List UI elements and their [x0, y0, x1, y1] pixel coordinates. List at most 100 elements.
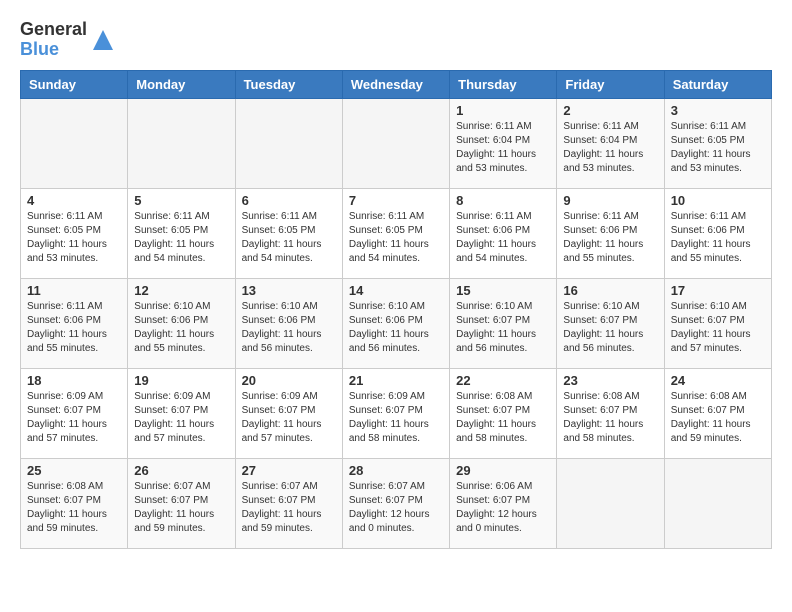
day-info: Sunrise: 6:11 AM Sunset: 6:06 PM Dayligh…: [563, 210, 657, 266]
calendar-week-4: 18 Sunrise: 6:09 AM Sunset: 6:07 PM Dayli…: [21, 368, 772, 458]
day-number: 2: [563, 103, 657, 118]
logo-general: General: [20, 20, 87, 40]
calendar-cell: 6 Sunrise: 6:11 AM Sunset: 6:05 PM Daylig…: [235, 188, 342, 278]
calendar-cell: [342, 98, 449, 188]
calendar-cell: 3Sunrise: 6:11 AM Sunset: 6:05 PM Daylig…: [664, 98, 771, 188]
calendar-cell: 28Sunrise: 6:07 AM Sunset: 6:07 PM Dayli…: [342, 458, 449, 548]
calendar-week-2: 4 Sunrise: 6:11 AM Sunset: 6:05 PM Daylig…: [21, 188, 772, 278]
day-number: 23: [563, 373, 657, 388]
day-info: Sunrise: 6:07 AM Sunset: 6:07 PM Dayligh…: [349, 480, 443, 536]
day-number: 10: [671, 193, 765, 208]
day-info: Sunrise: 6:11 AM Sunset: 6:04 PM Dayligh…: [563, 120, 657, 176]
day-number: 26: [134, 463, 228, 478]
col-header-sunday: Sunday: [21, 70, 128, 98]
day-number: 19: [134, 373, 228, 388]
calendar-cell: 18 Sunrise: 6:09 AM Sunset: 6:07 PM Dayli…: [21, 368, 128, 458]
day-number: 6: [242, 193, 336, 208]
calendar-cell: 4 Sunrise: 6:11 AM Sunset: 6:05 PM Daylig…: [21, 188, 128, 278]
day-info: Sunrise: 6:08 AM Sunset: 6:07 PM Dayligh…: [456, 390, 550, 446]
day-info: Sunrise: 6:11 AM Sunset: 6:05 PM Dayligh…: [242, 210, 336, 266]
day-number: 4: [27, 193, 121, 208]
calendar-cell: 15Sunrise: 6:10 AM Sunset: 6:07 PM Dayli…: [450, 278, 557, 368]
day-number: 27: [242, 463, 336, 478]
col-header-monday: Monday: [128, 70, 235, 98]
day-number: 16: [563, 283, 657, 298]
calendar-cell: 1 Sunrise: 6:11 AM Sunset: 6:04 PM Daylig…: [450, 98, 557, 188]
col-header-friday: Friday: [557, 70, 664, 98]
day-info: Sunrise: 6:11 AM Sunset: 6:06 PM Dayligh…: [456, 210, 550, 266]
day-info: Sunrise: 6:09 AM Sunset: 6:07 PM Dayligh…: [134, 390, 228, 446]
calendar-week-3: 11Sunrise: 6:11 AM Sunset: 6:06 PM Dayli…: [21, 278, 772, 368]
day-info: Sunrise: 6:06 AM Sunset: 6:07 PM Dayligh…: [456, 480, 550, 536]
calendar-cell: 14 Sunrise: 6:10 AM Sunset: 6:06 PM Dayli…: [342, 278, 449, 368]
day-number: 18: [27, 373, 121, 388]
col-header-wednesday: Wednesday: [342, 70, 449, 98]
col-header-saturday: Saturday: [664, 70, 771, 98]
day-info: Sunrise: 6:07 AM Sunset: 6:07 PM Dayligh…: [134, 480, 228, 536]
day-number: 3: [671, 103, 765, 118]
calendar-cell: 20 Sunrise: 6:09 AM Sunset: 6:07 PM Dayli…: [235, 368, 342, 458]
day-number: 22: [456, 373, 550, 388]
calendar-cell: 13 Sunrise: 6:10 AM Sunset: 6:06 PM Dayli…: [235, 278, 342, 368]
logo-blue: Blue: [20, 40, 87, 60]
day-info: Sunrise: 6:10 AM Sunset: 6:06 PM Dayligh…: [242, 300, 336, 356]
day-number: 24: [671, 373, 765, 388]
calendar-cell: [235, 98, 342, 188]
day-info: Sunrise: 6:08 AM Sunset: 6:07 PM Dayligh…: [563, 390, 657, 446]
day-info: Sunrise: 6:10 AM Sunset: 6:07 PM Dayligh…: [563, 300, 657, 356]
day-number: 8: [456, 193, 550, 208]
logo: General Blue: [20, 20, 113, 60]
day-info: Sunrise: 6:10 AM Sunset: 6:07 PM Dayligh…: [671, 300, 765, 356]
day-info: Sunrise: 6:07 AM Sunset: 6:07 PM Dayligh…: [242, 480, 336, 536]
day-info: Sunrise: 6:11 AM Sunset: 6:06 PM Dayligh…: [27, 300, 121, 356]
day-number: 25: [27, 463, 121, 478]
day-number: 1: [456, 103, 550, 118]
day-info: Sunrise: 6:11 AM Sunset: 6:06 PM Dayligh…: [671, 210, 765, 266]
calendar-cell: [664, 458, 771, 548]
calendar-cell: 10 Sunrise: 6:11 AM Sunset: 6:06 PM Dayli…: [664, 188, 771, 278]
logo-arrow-icon: [93, 30, 113, 50]
col-header-tuesday: Tuesday: [235, 70, 342, 98]
day-info: Sunrise: 6:09 AM Sunset: 6:07 PM Dayligh…: [242, 390, 336, 446]
calendar-cell: 29 Sunrise: 6:06 AM Sunset: 6:07 PM Dayli…: [450, 458, 557, 548]
day-number: 12: [134, 283, 228, 298]
day-info: Sunrise: 6:09 AM Sunset: 6:07 PM Dayligh…: [27, 390, 121, 446]
calendar-cell: 12 Sunrise: 6:10 AM Sunset: 6:06 PM Dayli…: [128, 278, 235, 368]
page-header: General Blue: [20, 20, 772, 60]
day-number: 20: [242, 373, 336, 388]
calendar-cell: [128, 98, 235, 188]
day-info: Sunrise: 6:08 AM Sunset: 6:07 PM Dayligh…: [671, 390, 765, 446]
day-number: 21: [349, 373, 443, 388]
calendar-cell: 5Sunrise: 6:11 AM Sunset: 6:05 PM Daylig…: [128, 188, 235, 278]
day-info: Sunrise: 6:11 AM Sunset: 6:04 PM Dayligh…: [456, 120, 550, 176]
calendar-cell: 23 Sunrise: 6:08 AM Sunset: 6:07 PM Dayli…: [557, 368, 664, 458]
calendar-cell: [21, 98, 128, 188]
calendar-cell: 11Sunrise: 6:11 AM Sunset: 6:06 PM Dayli…: [21, 278, 128, 368]
calendar-cell: 2 Sunrise: 6:11 AM Sunset: 6:04 PM Daylig…: [557, 98, 664, 188]
day-info: Sunrise: 6:11 AM Sunset: 6:05 PM Dayligh…: [27, 210, 121, 266]
col-header-thursday: Thursday: [450, 70, 557, 98]
calendar-table: SundayMondayTuesdayWednesdayThursdayFrid…: [20, 70, 772, 549]
calendar-cell: 24 Sunrise: 6:08 AM Sunset: 6:07 PM Dayli…: [664, 368, 771, 458]
day-info: Sunrise: 6:09 AM Sunset: 6:07 PM Dayligh…: [349, 390, 443, 446]
day-number: 7: [349, 193, 443, 208]
calendar-cell: [557, 458, 664, 548]
day-info: Sunrise: 6:08 AM Sunset: 6:07 PM Dayligh…: [27, 480, 121, 536]
calendar-cell: 19 Sunrise: 6:09 AM Sunset: 6:07 PM Dayli…: [128, 368, 235, 458]
day-number: 29: [456, 463, 550, 478]
day-info: Sunrise: 6:10 AM Sunset: 6:06 PM Dayligh…: [134, 300, 228, 356]
calendar-cell: 7 Sunrise: 6:11 AM Sunset: 6:05 PM Daylig…: [342, 188, 449, 278]
day-info: Sunrise: 6:11 AM Sunset: 6:05 PM Dayligh…: [349, 210, 443, 266]
calendar-cell: 17Sunrise: 6:10 AM Sunset: 6:07 PM Dayli…: [664, 278, 771, 368]
day-number: 15: [456, 283, 550, 298]
calendar-cell: 25 Sunrise: 6:08 AM Sunset: 6:07 PM Dayli…: [21, 458, 128, 548]
day-info: Sunrise: 6:10 AM Sunset: 6:06 PM Dayligh…: [349, 300, 443, 356]
calendar-cell: 21 Sunrise: 6:09 AM Sunset: 6:07 PM Dayli…: [342, 368, 449, 458]
calendar-week-1: 1 Sunrise: 6:11 AM Sunset: 6:04 PM Daylig…: [21, 98, 772, 188]
day-number: 13: [242, 283, 336, 298]
calendar-cell: 8 Sunrise: 6:11 AM Sunset: 6:06 PM Daylig…: [450, 188, 557, 278]
day-number: 9: [563, 193, 657, 208]
calendar-header-row: SundayMondayTuesdayWednesdayThursdayFrid…: [21, 70, 772, 98]
calendar-cell: 9 Sunrise: 6:11 AM Sunset: 6:06 PM Daylig…: [557, 188, 664, 278]
day-number: 14: [349, 283, 443, 298]
